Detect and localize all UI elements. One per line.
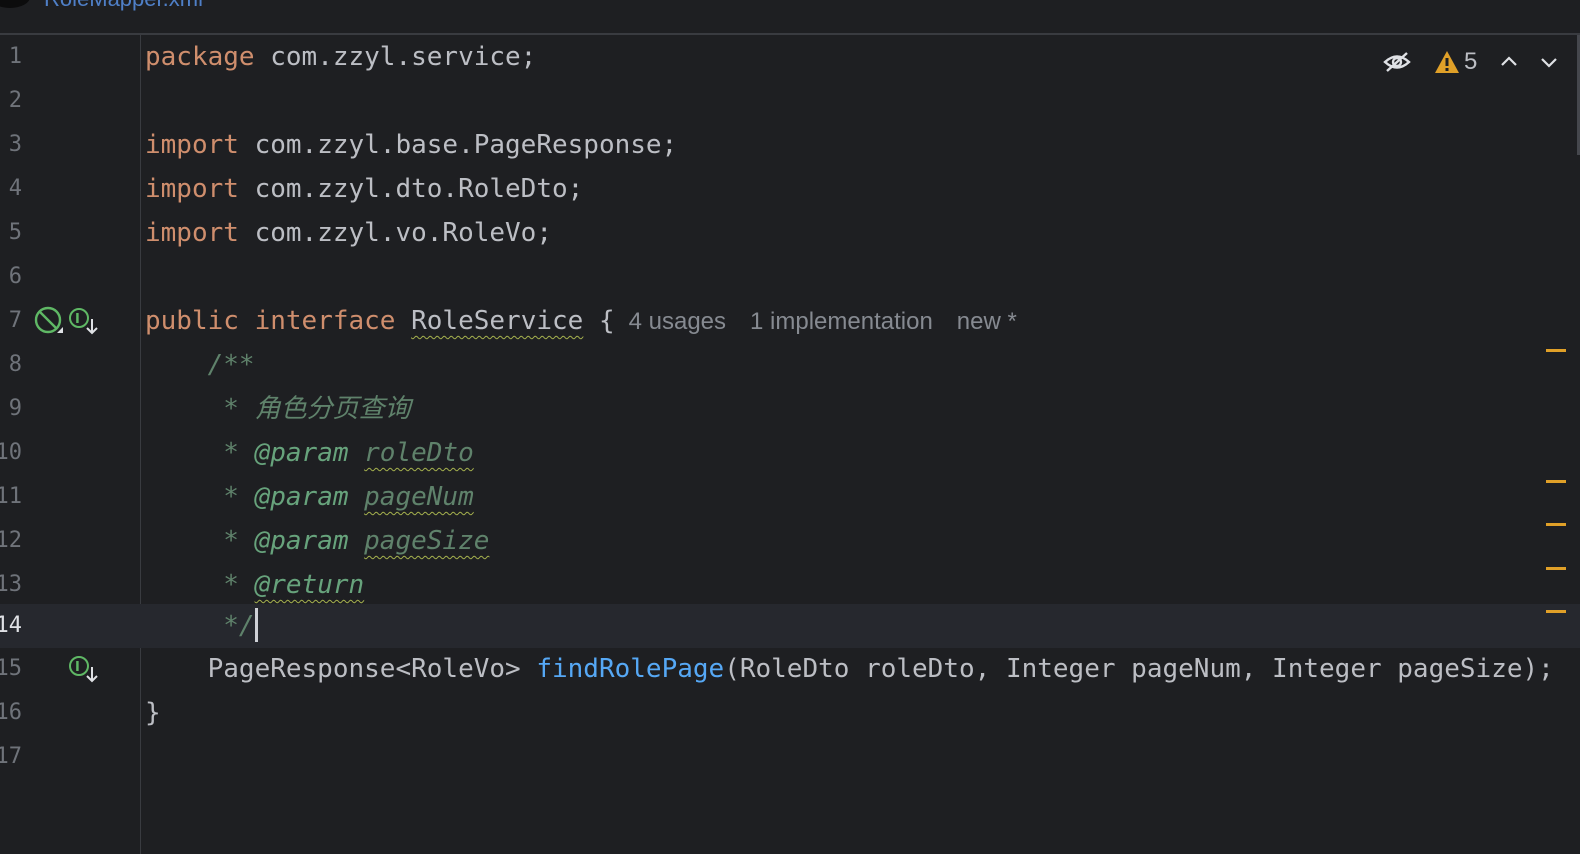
file-type-icon — [0, 0, 30, 8]
code-text: com.zzyl.base.PageResponse; — [238, 130, 678, 160]
warning-count: 5 — [1464, 48, 1478, 75]
keyword-token: import — [145, 218, 239, 248]
line-number: 12 — [0, 528, 22, 553]
line-number: 14 — [0, 613, 22, 638]
line-number: 4 — [8, 176, 22, 201]
doc-param-name[interactable]: roleDto — [364, 438, 474, 468]
doc-param-name[interactable]: pageNum — [364, 482, 474, 512]
warning-icon — [1435, 51, 1459, 73]
code-line[interactable]: 3 import com.zzyl.base.PageResponse; — [0, 123, 1580, 167]
warning-stripe-marker[interactable] — [1546, 349, 1566, 352]
doc-param-name[interactable]: pageSize — [364, 526, 489, 556]
keyword-token: import — [145, 174, 239, 204]
line-number: 11 — [0, 484, 22, 509]
svg-text:I: I — [75, 660, 80, 675]
code-line[interactable]: 4 import com.zzyl.dto.RoleDto; — [0, 167, 1580, 211]
line-number: 10 — [0, 440, 22, 465]
keyword-token: public — [145, 306, 239, 336]
code-text: com.zzyl.dto.RoleDto; — [238, 174, 584, 204]
error-stripe[interactable] — [1566, 35, 1580, 854]
previous-highlight-chevron-up-icon[interactable] — [1498, 40, 1520, 84]
line-number: 8 — [8, 352, 22, 377]
current-code-line[interactable]: 14 */ — [0, 604, 1580, 648]
doc-star: * — [145, 526, 255, 556]
code-line[interactable]: 10 * @param roleDto — [0, 431, 1580, 475]
code-line[interactable]: 17 — [0, 735, 1580, 779]
editor-tab-bar: RoleMapper.xml — [0, 0, 1580, 35]
line-number: 2 — [8, 88, 22, 113]
code-text: (RoleDto roleDto, Integer pageNum, Integ… — [724, 654, 1554, 684]
line-number: 13 — [0, 572, 22, 597]
code-line[interactable]: 15 I PageResponse<RoleVo> findRolePage(R… — [0, 647, 1580, 691]
no-entry-run-icon[interactable] — [33, 305, 65, 341]
text-caret — [254, 607, 258, 642]
next-highlight-chevron-down-icon[interactable] — [1538, 40, 1560, 84]
doc-star: * — [145, 570, 255, 600]
code-line[interactable]: 1 package com.zzyl.service; — [0, 35, 1580, 79]
doc-tag: @param — [254, 438, 349, 468]
code-editor[interactable]: RoleMapper.xml 1 package com.zzyl.servic… — [0, 0, 1580, 854]
doc-star: * — [145, 394, 255, 424]
keyword-token: import — [145, 130, 239, 160]
line-number: 15 — [0, 656, 22, 681]
code-text: PageResponse<RoleVo> — [145, 654, 537, 684]
inspection-widget: 5 — [1360, 40, 1580, 84]
doc-tag: @param — [254, 526, 349, 556]
line-number: 3 — [8, 132, 22, 157]
code-text: com.zzyl.vo.RoleVo; — [238, 218, 552, 248]
usages-inlay-hint[interactable]: 4 usages — [629, 308, 726, 335]
implementation-inlay-hint[interactable]: 1 implementation — [750, 308, 933, 335]
code-line[interactable]: 2 — [0, 79, 1580, 123]
code-text: com.zzyl.service; — [254, 42, 537, 72]
code-line[interactable]: 12 * @param pageSize — [0, 519, 1580, 563]
code-line[interactable]: 5 import com.zzyl.vo.RoleVo; — [0, 211, 1580, 255]
doc-comment-text: 角色分页查询 — [254, 394, 411, 424]
doc-comment-text: /** — [145, 350, 255, 380]
code-text: } — [145, 698, 161, 728]
keyword-token: package — [145, 42, 255, 72]
line-number: 17 — [0, 744, 22, 769]
code-line[interactable]: 11 * @param pageNum — [0, 475, 1580, 519]
interface-name[interactable]: RoleService — [411, 306, 583, 336]
warnings-indicator[interactable]: 5 — [1434, 40, 1477, 84]
line-number: 5 — [8, 220, 22, 245]
line-number: 1 — [8, 44, 22, 69]
author-inlay-hint[interactable]: new * — [957, 308, 1017, 335]
warning-stripe-marker[interactable] — [1546, 610, 1566, 613]
implemented-interface-icon[interactable]: I — [68, 307, 102, 341]
warning-stripe-marker[interactable] — [1546, 480, 1566, 483]
line-number: 7 — [8, 308, 22, 333]
code-line[interactable]: 16 } — [0, 691, 1580, 735]
doc-star: * — [145, 482, 255, 512]
code-line[interactable]: 13 * @return — [0, 563, 1580, 607]
reader-mode-eye-off-icon[interactable] — [1382, 40, 1412, 84]
line-number: 6 — [8, 264, 22, 289]
line-number: 16 — [0, 700, 22, 725]
keyword-token: interface — [254, 306, 396, 336]
implemented-method-icon[interactable]: I — [68, 655, 102, 689]
code-line[interactable]: 7 I public interface RoleService {4 usag… — [0, 299, 1580, 343]
svg-text:I: I — [75, 312, 80, 327]
editor-tab-rolemapper[interactable]: RoleMapper.xml — [44, 0, 203, 12]
code-line[interactable]: 6 — [0, 255, 1580, 299]
code-line[interactable]: 8 /** — [0, 343, 1580, 387]
doc-tag: @param — [254, 482, 349, 512]
warning-stripe-marker[interactable] — [1546, 523, 1566, 526]
doc-star: * — [145, 438, 255, 468]
method-name[interactable]: findRolePage — [536, 654, 724, 684]
code-text: { — [583, 306, 615, 336]
warning-stripe-marker[interactable] — [1546, 567, 1566, 570]
code-line[interactable]: 9 * 角色分页查询 — [0, 387, 1580, 431]
doc-tag[interactable]: @return — [255, 570, 365, 600]
doc-comment-text: */ — [145, 611, 255, 641]
line-number: 9 — [8, 396, 22, 421]
